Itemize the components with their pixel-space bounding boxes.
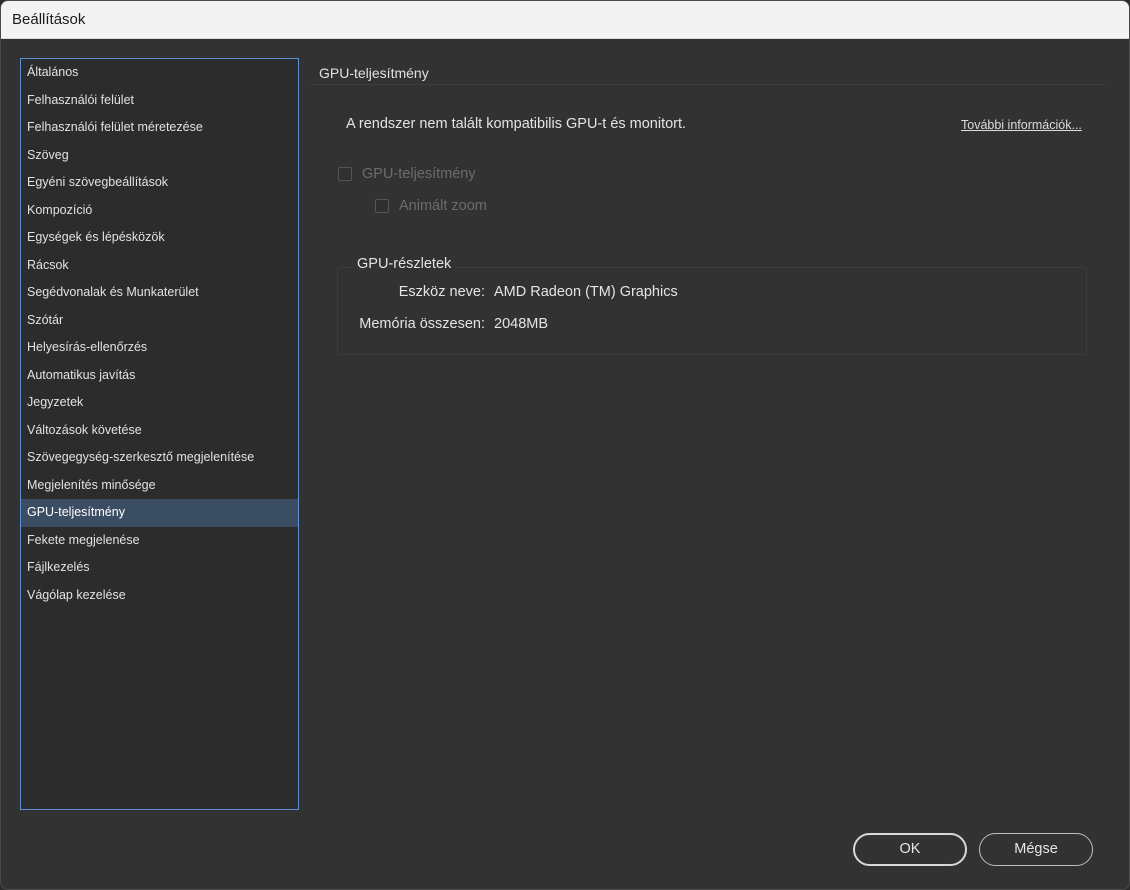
memory-label: Memória összesen: (359, 316, 485, 332)
panel-title-divider (311, 84, 1106, 85)
panel-title: GPU-teljesítmény (319, 65, 429, 81)
animated-zoom-option: Animált zoom (375, 198, 487, 214)
gpu-performance-checkbox[interactable] (338, 167, 352, 181)
sidebar-item[interactable]: Szótár (21, 307, 298, 335)
window-title: Beállítások (1, 1, 1129, 39)
sidebar-item[interactable]: Általános (21, 59, 298, 87)
category-list[interactable]: Általános Felhasználói felület Felhasználó… (20, 58, 299, 810)
more-info-link[interactable]: További információk... (961, 118, 1082, 132)
sidebar-item[interactable]: Helyesírás-ellenőrzés (21, 334, 298, 362)
sidebar-item[interactable]: Vágólap kezelése (21, 582, 298, 610)
ok-button[interactable]: OK (853, 833, 967, 866)
gpu-performance-panel: GPU-teljesítmény A rendszer nem talált k… (301, 57, 1111, 817)
sidebar-item[interactable]: Jegyzetek (21, 389, 298, 417)
device-name-value: AMD Radeon (TM) Graphics (494, 284, 678, 300)
sidebar-item[interactable]: Fekete megjelenése (21, 527, 298, 555)
gpu-performance-checkbox-label: GPU-teljesítmény (362, 166, 476, 182)
sidebar-item[interactable]: Fájlkezelés (21, 554, 298, 582)
preferences-dialog: Beállítások Általános Felhasználói felüle… (0, 0, 1130, 890)
sidebar-item[interactable]: Segédvonalak és Munkaterület (21, 279, 298, 307)
gpu-performance-option: GPU-teljesítmény (338, 166, 476, 182)
sidebar-item[interactable]: Felhasználói felület méretezése (21, 114, 298, 142)
memory-row: Memória összesen: 2048MB (338, 316, 1088, 336)
sidebar-item[interactable]: Felhasználói felület (21, 87, 298, 115)
gpu-not-found-message: A rendszer nem talált kompatibilis GPU-t… (346, 116, 687, 132)
memory-value: 2048MB (494, 316, 549, 332)
device-name-label: Eszköz neve: (398, 284, 485, 300)
sidebar-item[interactable]: Egységek és lépésközök (21, 224, 298, 252)
sidebar-item[interactable]: Változások követése (21, 417, 298, 445)
sidebar-item[interactable]: GPU-teljesítmény (21, 499, 298, 527)
sidebar-item[interactable]: Egyéni szövegbeállítások (21, 169, 298, 197)
animated-zoom-checkbox-label: Animált zoom (399, 198, 487, 214)
gpu-details-group: GPU-részletek Eszköz neve: AMD Radeon (T… (337, 256, 1088, 355)
sidebar-item[interactable]: Szövegegység-szerkesztő megjelenítése (21, 444, 298, 472)
sidebar-item[interactable]: Szöveg (21, 142, 298, 170)
sidebar-item[interactable]: Kompozíció (21, 197, 298, 225)
sidebar-item[interactable]: Automatikus javítás (21, 362, 298, 390)
sidebar-item[interactable]: Megjelenítés minősége (21, 472, 298, 500)
cancel-button[interactable]: Mégse (979, 833, 1093, 866)
gpu-details-title: GPU-részletek (353, 256, 456, 272)
sidebar-item[interactable]: Rácsok (21, 252, 298, 280)
category-list-items: Általános Felhasználói felület Felhasználó… (21, 59, 298, 609)
device-name-row: Eszköz neve: AMD Radeon (TM) Graphics (338, 284, 1088, 304)
animated-zoom-checkbox[interactable] (375, 199, 389, 213)
